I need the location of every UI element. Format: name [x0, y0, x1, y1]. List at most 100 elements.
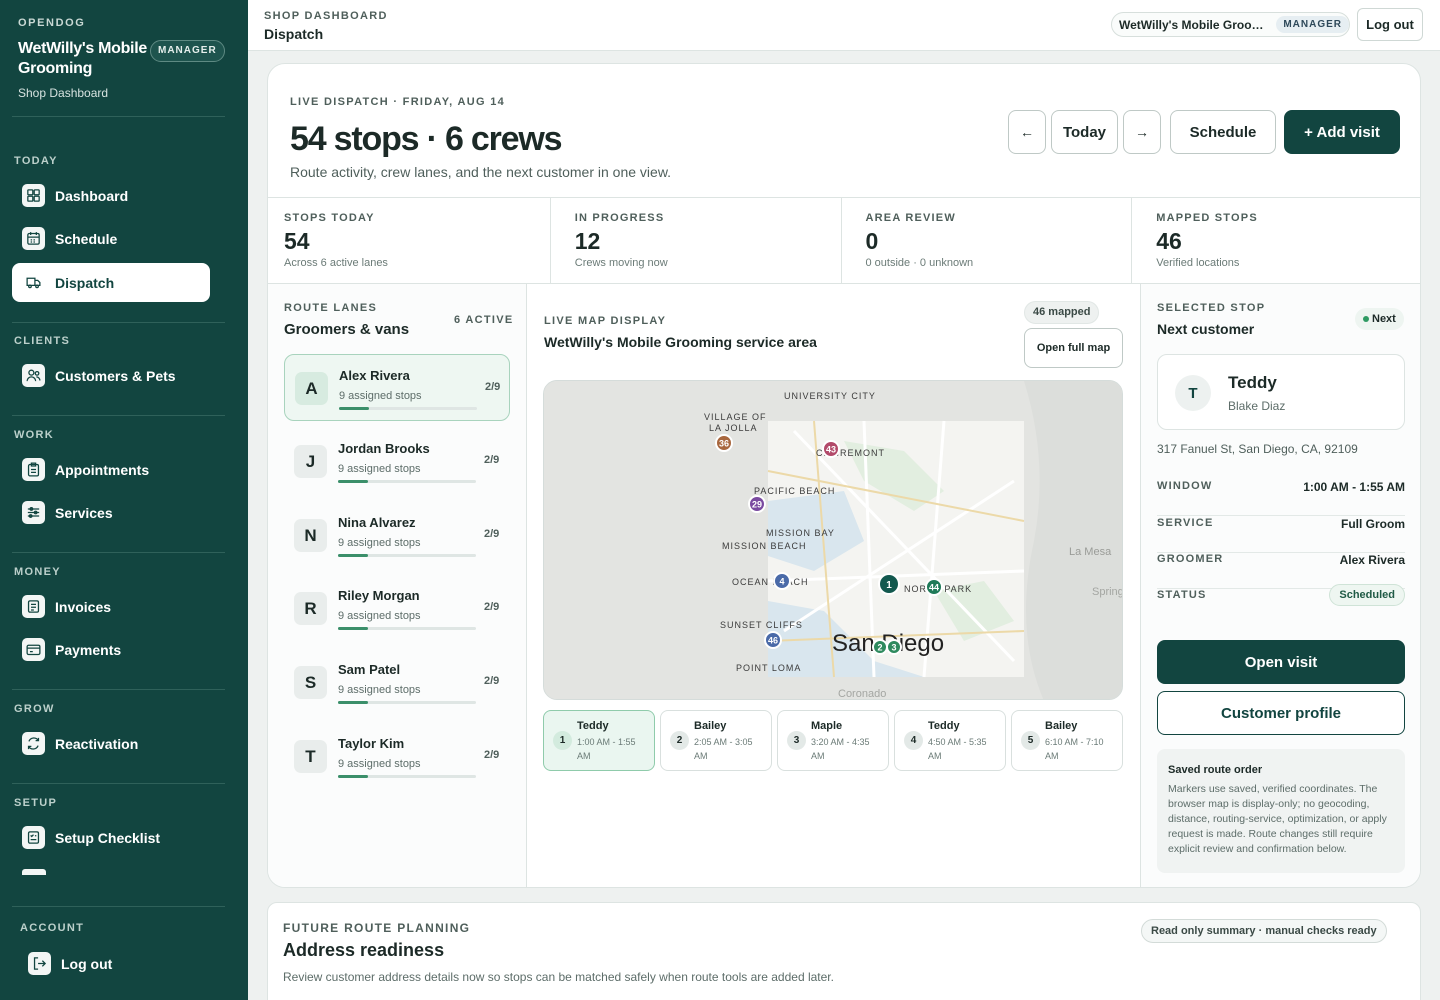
lane-name: Nina Alvarez — [338, 515, 416, 530]
lane-avatar: J — [294, 445, 327, 478]
customer-avatar: T — [1175, 375, 1211, 411]
map-label: Coronado — [838, 688, 886, 700]
sidebar-item-appointments[interactable]: Appointments — [12, 450, 210, 489]
sidebar-item-services[interactable]: Services — [12, 493, 210, 532]
map-label: VILLAGE OF — [704, 412, 767, 422]
sidebar-item-customers[interactable]: Customers & Pets — [12, 356, 210, 395]
service-area-map[interactable]: UNIVERSITY CITY VILLAGE OF LA JOLLA CLAI… — [543, 380, 1123, 700]
next-day-button[interactable]: → — [1123, 110, 1161, 154]
dispatch-card: LIVE DISPATCH · FRIDAY, AUG 14 54 stops … — [267, 63, 1421, 888]
shop-role-badge: MANAGER — [1276, 16, 1349, 33]
lanes-active-count: 6 ACTIVE — [454, 314, 514, 326]
kpi-in-progress: IN PROGRESS 12 Crews moving now — [551, 198, 842, 283]
sidebar-logout-button[interactable]: Log out — [18, 944, 216, 983]
kpi-row: STOPS TODAY 54 Across 6 active lanes IN … — [268, 197, 1420, 284]
calendar-icon — [22, 227, 45, 250]
stop-time: 3:20 AM - 4:35 AM — [811, 737, 870, 761]
sidebar-item-payments[interactable]: Payments — [12, 630, 210, 669]
clipboard-icon — [22, 458, 45, 481]
sidebar-item-label: Schedule — [55, 230, 118, 247]
stop-card[interactable]: 3 Maple 3:20 AM - 4:35 AM — [777, 710, 889, 771]
sidebar-item-setup-checklist[interactable]: Setup Checklist — [12, 818, 210, 857]
live-map-panel: LIVE MAP DISPLAY WetWilly's Mobile Groom… — [527, 284, 1140, 887]
sidebar-item-reactivation[interactable]: Reactivation — [12, 724, 210, 763]
lane-item[interactable]: A Alex Rivera 9 assigned stops 2/9 — [284, 354, 510, 421]
today-button[interactable]: Today — [1051, 110, 1118, 154]
page-title: Dispatch — [264, 26, 324, 42]
sidebar-item-schedule[interactable]: Schedule — [12, 219, 210, 258]
map-label: OCEAN BEACH — [732, 577, 809, 587]
schedule-button[interactable]: Schedule — [1170, 110, 1276, 154]
stop-card[interactable]: 2 Bailey 2:05 AM - 3:05 AM — [660, 710, 772, 771]
lane-progress-track — [338, 775, 476, 778]
previous-day-button[interactable]: ← — [1008, 110, 1046, 154]
card-icon — [22, 638, 45, 661]
sidebar-item-label: Reactivation — [55, 735, 139, 752]
map-label: Spring — [1092, 586, 1123, 598]
sidebar-item-label: Dispatch — [55, 274, 115, 291]
shop-name: WetWilly's Mobile Groom... — [1119, 17, 1271, 32]
note-title: Saved route order — [1168, 764, 1263, 776]
map-marker-label: 4 — [779, 577, 784, 587]
add-visit-button[interactable]: + Add visit — [1284, 110, 1400, 154]
sidebar-item-label: Customers & Pets — [55, 367, 176, 384]
stop-time: 1:00 AM - 1:55 AM — [577, 737, 636, 761]
lane-item[interactable]: R Riley Morgan 9 assigned stops 2/9 — [284, 575, 510, 642]
sidebar-divider — [12, 322, 225, 323]
customer-profile-button[interactable]: Customer profile — [1157, 691, 1405, 735]
lane-item[interactable]: N Nina Alvarez 9 assigned stops 2/9 — [284, 502, 510, 569]
stop-number: 2 — [670, 731, 689, 750]
sidebar-item-dashboard[interactable]: Dashboard — [12, 176, 210, 215]
future-route-planning: FUTURE ROUTE PLANNING Address readiness … — [267, 902, 1421, 1000]
read-only-badge: Read only summary · manual checks ready — [1141, 919, 1387, 943]
note-body: Markers use saved, verified coordinates.… — [1168, 783, 1387, 855]
lane-progress-fill — [338, 627, 369, 630]
hero-eyebrow: LIVE DISPATCH · FRIDAY, AUG 14 — [290, 96, 506, 108]
lane-progress-fill — [338, 554, 369, 557]
stop-card[interactable]: 4 Teddy 4:50 AM - 5:35 AM — [894, 710, 1006, 771]
shop-switcher[interactable]: WetWilly's Mobile Groom... MANAGER — [1111, 12, 1350, 37]
document-icon — [22, 595, 45, 618]
map-marker-label: 43 — [826, 445, 836, 455]
lane-progress-track — [338, 554, 476, 557]
sidebar-item-dispatch[interactable]: Dispatch — [12, 263, 210, 302]
lane-item[interactable]: S Sam Patel 9 assigned stops 2/9 — [284, 649, 510, 716]
kpi-mapped-stops: MAPPED STOPS 46 Verified locations — [1132, 198, 1420, 283]
lane-progress-track — [338, 701, 476, 704]
stop-time: 6:10 AM - 7:10 AM — [1045, 737, 1104, 761]
hero-subtitle: Route activity, crew lanes, and the next… — [290, 164, 672, 180]
lane-avatar: R — [294, 592, 327, 625]
section-money: MONEY — [14, 566, 61, 578]
sidebar-item-invoices[interactable]: Invoices — [12, 587, 210, 626]
kpi-value: 54 — [284, 228, 310, 254]
role-badge: MANAGER — [150, 40, 225, 62]
lane-item[interactable]: J Jordan Brooks 9 assigned stops 2/9 — [284, 428, 510, 495]
detail-value: 1:00 AM - 1:55 AM — [1303, 480, 1405, 494]
lane-progress-fill — [339, 407, 370, 410]
lane-avatar: S — [294, 666, 327, 699]
lane-name: Taylor Kim — [338, 736, 405, 751]
owner-name: Blake Diaz — [1228, 399, 1286, 413]
sidebar-divider — [12, 116, 225, 117]
next-badge: Next — [1355, 308, 1404, 330]
brand-subtitle: Shop Dashboard — [18, 86, 109, 100]
future-subtitle: Review customer address details now so s… — [283, 970, 834, 984]
customer-card[interactable]: T Teddy Blake Diaz — [1157, 354, 1405, 430]
map-label: SUNSET CLIFFS — [720, 620, 803, 630]
lane-progress-track — [338, 627, 476, 630]
open-visit-button[interactable]: Open visit — [1157, 640, 1405, 684]
stop-card[interactable]: 1 Teddy 1:00 AM - 1:55 AM — [543, 710, 655, 771]
topbar-eyebrow: SHOP DASHBOARD — [264, 10, 388, 22]
stop-card[interactable]: 5 Bailey 6:10 AM - 7:10 AM — [1011, 710, 1123, 771]
lane-item[interactable]: T Taylor Kim 9 assigned stops 2/9 — [284, 723, 510, 790]
stop-number: 5 — [1021, 731, 1040, 750]
kpi-value: 0 — [865, 228, 879, 254]
map-marker-label: 36 — [719, 439, 729, 449]
kpi-label: AREA REVIEW — [865, 212, 956, 224]
map-marker-label: 1 — [886, 580, 892, 591]
logout-button[interactable]: Log out — [1357, 8, 1423, 41]
lane-count: 2/9 — [484, 749, 500, 761]
stop-number: 1 — [553, 731, 572, 750]
future-title: Address readiness — [283, 940, 445, 960]
open-full-map-button[interactable]: Open full map — [1024, 328, 1123, 368]
